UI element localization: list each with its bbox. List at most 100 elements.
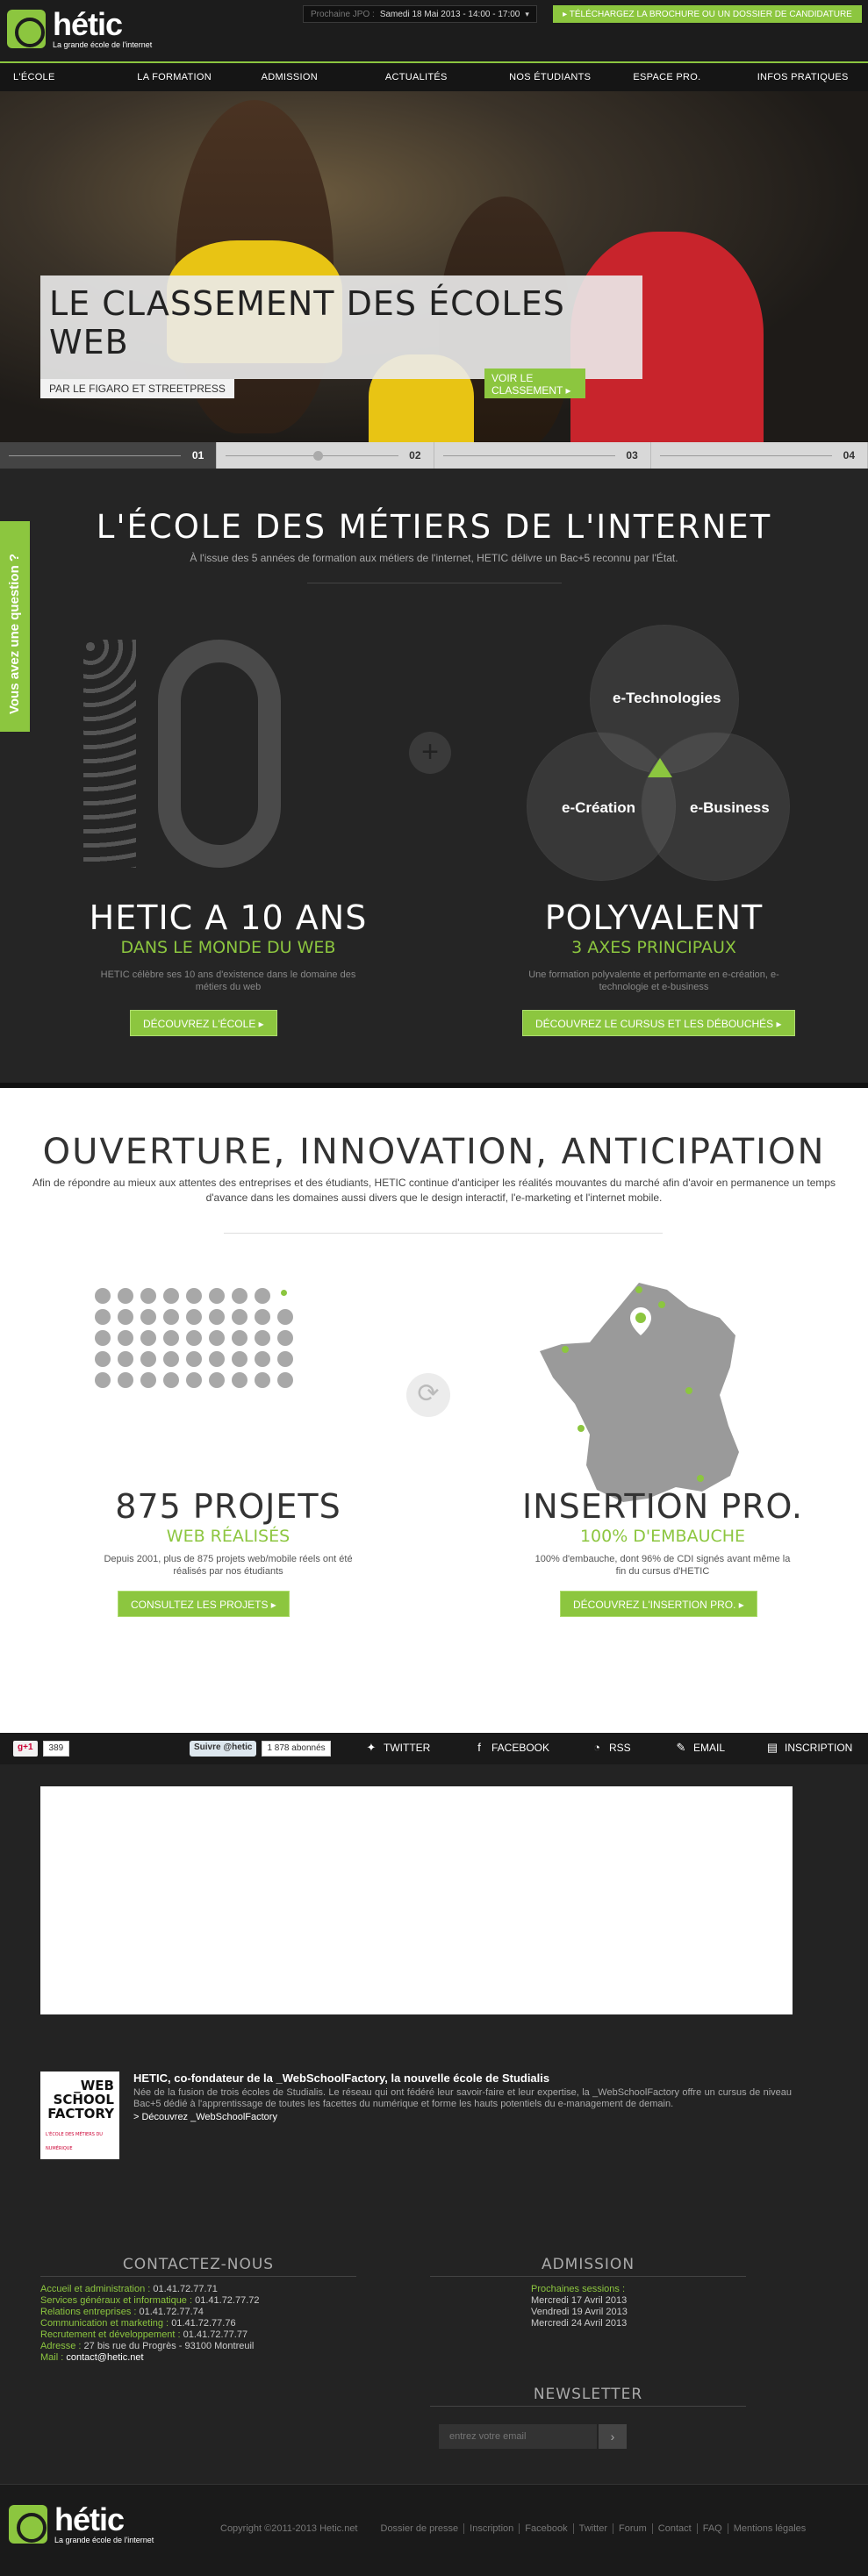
email-link[interactable]: ✎ EMAIL bbox=[674, 1742, 725, 1755]
rss-link[interactable]: ◔ RSS bbox=[590, 1741, 631, 1755]
ecole-left-subtitle: DANS LE MONDE DU WEB bbox=[120, 938, 336, 957]
question-side-tab-label: Vous avez une question ? bbox=[7, 553, 22, 714]
ecole-left-desc: HETIC célèbre ses 10 ans d'existence dan… bbox=[100, 970, 356, 992]
project-dot bbox=[140, 1330, 156, 1346]
project-dot bbox=[209, 1309, 225, 1325]
project-dot bbox=[95, 1351, 111, 1367]
nav-espace-pro[interactable]: ESPACE PRO. bbox=[620, 63, 743, 91]
project-dot bbox=[163, 1288, 179, 1304]
decouvrez-insertion-button[interactable]: DÉCOUVREZ L'INSERTION PRO. ▸ bbox=[560, 1591, 757, 1617]
ouverture-left-subtitle: WEB RÉALISÉS bbox=[166, 1527, 291, 1546]
venn-label: e-Création bbox=[562, 799, 636, 816]
contact-label: Relations entreprises : bbox=[40, 2307, 137, 2317]
ouverture-right-desc: 100% d'embauche, dont 96% de CDI signés … bbox=[534, 1554, 791, 1577]
ecole-section: Vous avez une question ? L'ÉCOLE DES MÉT… bbox=[0, 469, 868, 1088]
wsf-link[interactable]: > Découvrez _WebSchoolFactory bbox=[133, 2112, 792, 2122]
project-dot bbox=[118, 1288, 133, 1304]
project-dot bbox=[209, 1351, 225, 1367]
hero-slider: LE CLASSEMENT DES ÉCOLES WEB PAR LE FIGA… bbox=[0, 91, 868, 442]
project-dot bbox=[95, 1372, 111, 1388]
project-dot bbox=[255, 1288, 270, 1304]
facebook-link[interactable]: f FACEBOOK bbox=[472, 1742, 550, 1755]
slide-tab-2[interactable]: 02 bbox=[217, 442, 434, 469]
decouvrez-cursus-button[interactable]: DÉCOUVREZ LE CURSUS ET LES DÉBOUCHÉS ▸ bbox=[522, 1010, 795, 1036]
footer-link[interactable]: Twitter bbox=[574, 2523, 614, 2534]
gplus-button[interactable]: g+1 bbox=[13, 1741, 38, 1757]
twitter-follow-button[interactable]: Suivre @hetic bbox=[190, 1741, 257, 1757]
decouvrez-ecole-button[interactable]: DÉCOUVREZ L'ÉCOLE ▸ bbox=[130, 1010, 277, 1036]
slide-tab-1[interactable]: 01 bbox=[0, 442, 218, 469]
project-dot bbox=[140, 1372, 156, 1388]
jpo-label: Prochaine JPO : bbox=[311, 9, 375, 19]
gplus-count: 389 bbox=[42, 1741, 70, 1757]
nav-admission[interactable]: ADMISSION bbox=[248, 63, 372, 91]
newsletter-title: NEWSLETTER bbox=[533, 2386, 643, 2403]
video-embed[interactable] bbox=[40, 1786, 793, 2014]
slide-tab-3[interactable]: 03 bbox=[434, 442, 651, 469]
chevron-down-icon: ▾ bbox=[525, 9, 529, 18]
hero-cta-button[interactable]: VOIR LE CLASSEMENT ▸ bbox=[484, 369, 585, 398]
footer-link[interactable]: Forum bbox=[613, 2523, 653, 2534]
contact-value: 27 bis rue du Progrès - 93100 Montreuil bbox=[83, 2341, 255, 2351]
ecole-right-desc: Une formation polyvalente et performante… bbox=[528, 970, 779, 992]
footer-link[interactable]: Mentions légales bbox=[728, 2523, 812, 2534]
slide-tab-4[interactable]: 04 bbox=[651, 442, 868, 469]
admission-sessions: Prochaines sessions : Mercredi 17 Avril … bbox=[531, 2284, 628, 2329]
rss-icon: ◔ bbox=[593, 1741, 600, 1754]
project-dot bbox=[255, 1309, 270, 1325]
project-dot bbox=[232, 1330, 247, 1346]
nav-etudiants[interactable]: NOS ÉTUDIANTS bbox=[496, 63, 620, 91]
facebook-link-label: FACEBOOK bbox=[491, 1742, 550, 1754]
contact-label: Recrutement et développement : bbox=[40, 2329, 181, 2340]
ouverture-lead: Afin de répondre au mieux aux attentes d… bbox=[32, 1177, 836, 1204]
contact-value[interactable]: contact@hetic.net bbox=[66, 2352, 143, 2363]
project-dot bbox=[163, 1351, 179, 1367]
footer-link[interactable]: Dossier de presse bbox=[376, 2523, 465, 2534]
logo[interactable]: hétic La grande école de l'internet bbox=[7, 9, 152, 49]
rss-link-label: RSS bbox=[609, 1742, 631, 1754]
footer-link[interactable]: Contact bbox=[653, 2523, 698, 2534]
project-dot bbox=[163, 1330, 179, 1346]
contact-value: 01.41.72.77.72 bbox=[195, 2295, 260, 2306]
project-dot bbox=[118, 1351, 133, 1367]
slide-number: 04 bbox=[843, 449, 855, 462]
slide-number: 02 bbox=[409, 449, 421, 462]
webschoolfactory-logo[interactable]: _WEB SCHOOL FACTORY L'ÉCOLE DES MÉTIERS … bbox=[40, 2072, 119, 2159]
slide-number: 03 bbox=[626, 449, 638, 462]
hero-title-box: LE CLASSEMENT DES ÉCOLES WEB bbox=[40, 275, 642, 379]
nav-ecole[interactable]: L'ÉCOLE bbox=[0, 63, 124, 91]
nav-infos-pratiques[interactable]: INFOS PRATIQUES bbox=[744, 63, 868, 91]
gplus-widget[interactable]: g+1 389 bbox=[13, 1741, 70, 1757]
twitter-follow-widget[interactable]: Suivre @hetic 1 878 abonnés bbox=[190, 1741, 331, 1757]
project-dot bbox=[163, 1309, 179, 1325]
contact-row: Recrutement et développement : 01.41.72.… bbox=[40, 2329, 374, 2341]
project-dot bbox=[255, 1372, 270, 1388]
footer-link[interactable]: Inscription bbox=[464, 2523, 520, 2534]
logo-tagline: La grande école de l'internet bbox=[53, 40, 153, 49]
project-dot bbox=[209, 1330, 225, 1346]
newsletter-email-input[interactable] bbox=[439, 2424, 597, 2449]
twitter-link[interactable]: ✦ TWITTER bbox=[364, 1742, 431, 1755]
footer-logo[interactable]: hétic La grande école de l'internet bbox=[9, 2504, 154, 2544]
inscription-link[interactable]: ▤ INSCRIPTION bbox=[765, 1742, 853, 1755]
wsf-body: Née de la fusion de trois écoles de Stud… bbox=[133, 2087, 792, 2109]
project-dot bbox=[186, 1309, 202, 1325]
slide-number: 01 bbox=[191, 449, 204, 462]
newsletter-submit-button[interactable]: › bbox=[599, 2424, 627, 2449]
contact-value: 01.41.72.77.76 bbox=[171, 2318, 236, 2329]
footer-link[interactable]: FAQ bbox=[698, 2523, 728, 2534]
footer-link[interactable]: Facebook bbox=[520, 2523, 574, 2534]
ouverture-title: OUVERTURE, INNOVATION, ANTICIPATION bbox=[42, 1132, 826, 1172]
consultez-projets-button[interactable]: CONSULTEZ LES PROJETS ▸ bbox=[118, 1591, 290, 1617]
project-dot bbox=[140, 1351, 156, 1367]
jpo-select[interactable]: Prochaine JPO : Samedi 18 Mai 2013 - 14:… bbox=[303, 5, 537, 23]
sync-icon: ⟳ bbox=[406, 1373, 450, 1417]
header: hétic La grande école de l'internet Proc… bbox=[0, 0, 868, 61]
nav-actualites[interactable]: ACTUALITÉS bbox=[372, 63, 496, 91]
project-dot bbox=[186, 1351, 202, 1367]
admission-title: ADMISSION bbox=[541, 2256, 635, 2273]
divider bbox=[40, 2276, 356, 2277]
nav-formation[interactable]: LA FORMATION bbox=[124, 63, 247, 91]
brochure-button[interactable]: ▸ TÉLÉCHARGEZ LA BROCHURE OU UN DOSSIER … bbox=[553, 5, 862, 23]
contact-label: Communication et marketing : bbox=[40, 2318, 169, 2329]
